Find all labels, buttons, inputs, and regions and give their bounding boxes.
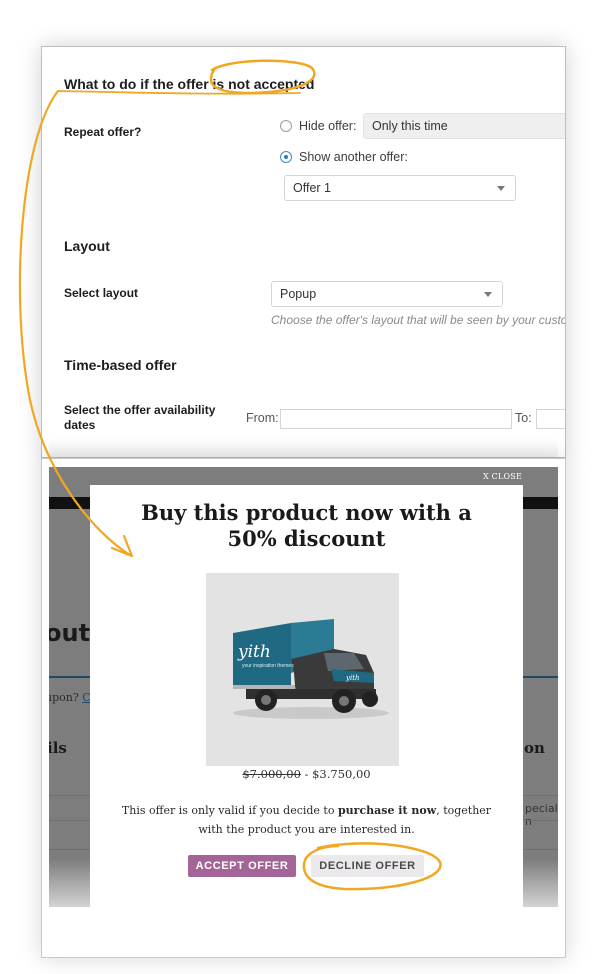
select-layout-label: Select layout bbox=[64, 286, 139, 300]
chevron-down-icon bbox=[497, 186, 505, 191]
to-date-input[interactable] bbox=[536, 409, 565, 429]
to-label: To: bbox=[515, 411, 532, 425]
from-label: From: bbox=[246, 411, 279, 425]
new-price: $3.750,00 bbox=[312, 767, 371, 781]
hide-offer-option[interactable]: Hide offer: bbox=[280, 119, 356, 133]
offer-text-emphasis: purchase it now bbox=[337, 804, 437, 817]
product-image: yith your inspiration themes yith bbox=[206, 573, 399, 766]
settings-content: What to do if the offer is not accepted … bbox=[49, 53, 565, 457]
another-offer-value: Offer 1 bbox=[293, 181, 331, 195]
layout-select[interactable]: Popup bbox=[271, 281, 503, 307]
availability-dates-label: Select the offer availability dates bbox=[64, 403, 215, 433]
background-billing-heading: ils bbox=[49, 739, 67, 757]
layout-hint: Choose the offer's layout that will be s… bbox=[271, 313, 566, 327]
from-date-input[interactable] bbox=[280, 409, 512, 429]
coupon-question: upon? bbox=[49, 691, 79, 704]
hide-offer-label: Hide offer: bbox=[299, 119, 357, 133]
availability-label-line1: Select the offer availability bbox=[64, 403, 216, 417]
section-title-time-based: Time-based offer bbox=[64, 357, 177, 373]
background-coupon-text: upon? C bbox=[49, 691, 91, 704]
close-popup-button[interactable]: X CLOSE bbox=[483, 472, 522, 481]
background-checkout-heading: out bbox=[49, 619, 91, 647]
decline-offer-button[interactable]: DECLINE OFFER bbox=[311, 855, 424, 877]
offer-description: This offer is only valid if you decide t… bbox=[120, 801, 493, 839]
hide-offer-radio[interactable] bbox=[280, 120, 292, 132]
offer-settings-panel: What to do if the offer is not accepted … bbox=[41, 46, 566, 458]
show-another-offer-option[interactable]: Show another offer: bbox=[280, 150, 408, 164]
background-notes-field: pecial n bbox=[525, 802, 558, 828]
panel-fade bbox=[49, 439, 558, 457]
background-additional-heading: on bbox=[524, 739, 545, 757]
price-separator: - bbox=[300, 767, 313, 781]
offer-popup: Buy this product now with a 50% discount… bbox=[90, 485, 523, 945]
show-another-offer-label: Show another offer: bbox=[299, 150, 408, 164]
layout-value: Popup bbox=[280, 287, 317, 301]
accept-offer-button[interactable]: ACCEPT OFFER bbox=[188, 855, 296, 877]
old-price: $7.000,00 bbox=[242, 767, 301, 781]
truck-tagline-text: your inspiration themes bbox=[242, 663, 294, 669]
truck-illustration: yith your inspiration themes yith bbox=[233, 619, 389, 719]
product-price: $7.000,00 - $3.750,00 bbox=[90, 767, 523, 781]
hide-offer-frequency-field[interactable]: Only this time bbox=[363, 113, 565, 139]
chevron-down-icon bbox=[484, 292, 492, 297]
offer-text-start: This offer is only valid if you decide t… bbox=[121, 804, 338, 817]
svg-text:yith: yith bbox=[345, 674, 360, 682]
section-title-not-accepted: What to do if the offer is not accepted bbox=[64, 76, 315, 92]
repeat-offer-label: Repeat offer? bbox=[64, 125, 142, 139]
section-title-layout: Layout bbox=[64, 238, 110, 254]
popup-preview-panel: out upon? C ils on pecial n X CLOSE Buy … bbox=[41, 458, 566, 958]
availability-label-line2: dates bbox=[64, 418, 96, 432]
another-offer-select[interactable]: Offer 1 bbox=[284, 175, 516, 201]
show-another-offer-radio[interactable] bbox=[280, 151, 292, 163]
popup-title: Buy this product now with a 50% discount bbox=[141, 500, 472, 551]
truck-brand-text: yith bbox=[237, 642, 271, 662]
